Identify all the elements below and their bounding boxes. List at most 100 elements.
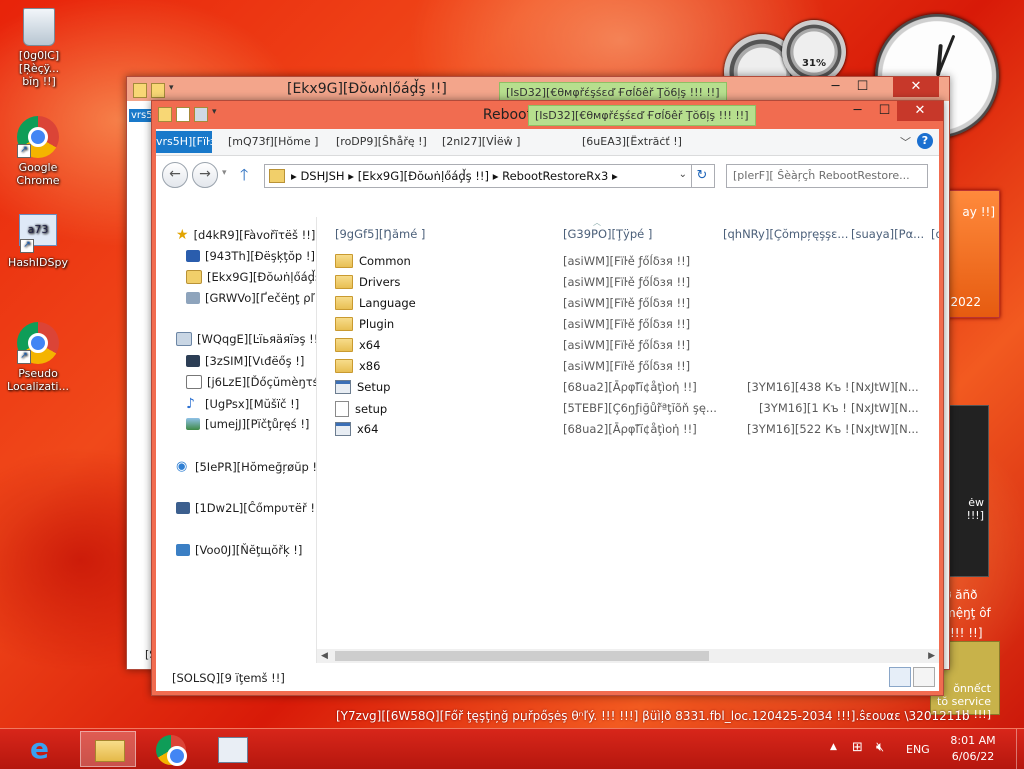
tab-view[interactable]: [2nI27][Vİёŵ ] (442, 135, 520, 148)
desktop-icon (186, 250, 200, 262)
volume-muted-icon[interactable]: 🔇︎ (876, 740, 884, 755)
search-placeholder: [pIerF][ Ŝèàŗçĥ RebootRestore... (733, 169, 910, 182)
file-password: [NxJtW][N... (851, 380, 919, 394)
memory-meter-gadget[interactable]: 31% (782, 20, 846, 84)
horizontal-scrollbar[interactable]: ◀ ▶ (317, 649, 939, 663)
list-item[interactable]: Plugin [asiWM][Fїŀě ƒőĺδзя !!] (317, 314, 939, 335)
back-minimize-button[interactable]: ─ (822, 77, 849, 97)
pseudo-localization-shortcut[interactable]: ↗ Pseudo Localizati... (3, 322, 73, 393)
breadcrumb-separator: ▸ (348, 169, 358, 183)
column-header-name[interactable]: [9gGf5][Ŋămé ] (335, 227, 425, 241)
status-bar: [SOLSQ][9 ïţеmš !!] (156, 663, 939, 691)
nav-recent-label: [GRWVo][Ґеčёŋţ ρľ (205, 291, 315, 305)
file-tab[interactable]: vrs5H][Fïŀз (156, 131, 212, 153)
column-header-password[interactable]: [suaya][Pα... (851, 227, 924, 241)
column-header-compressed-size[interactable]: [qhNRy][Çŏmрŗęşşε... (723, 227, 848, 241)
reboot-restore-window[interactable]: ▾ RebootRestoreRx3 ─ ☐ ✕ [IsD32][€θмφřέş… (151, 100, 944, 696)
breadcrumb-separator: ▸ (492, 169, 503, 183)
chrome-icon: ↗ (17, 322, 59, 364)
network-icon[interactable]: ⊞ (852, 740, 863, 755)
address-dropdown-icon[interactable]: ⌄ (679, 169, 687, 180)
breadcrumb-rebootrestore[interactable]: RebootRestoreRx3 (502, 169, 608, 183)
input-language[interactable]: ENG (906, 743, 930, 756)
system-tray: ▲ ⊞ 🔇︎ ENG 8:01 AM 6/06/22 (826, 729, 1024, 769)
list-item[interactable]: x64 [asiWM][Fїŀě ƒőĺδзя !!] (317, 335, 939, 356)
nav-pictures[interactable]: [umejJ][Pïčţůŗęś !] (186, 417, 309, 431)
refresh-button[interactable]: ↻ (690, 164, 715, 188)
help-icon[interactable]: ? (917, 133, 933, 149)
show-desktop-button[interactable] (1016, 729, 1024, 769)
maximize-button[interactable]: ☐ (871, 101, 898, 121)
nav-documents[interactable]: [j6LzE][Ďőçŭmèŋτś ! (186, 375, 316, 389)
breadcrumb-downloads[interactable]: [Ekx9G][Ðŏωṅḷőáḑ̌ş !!] (358, 169, 489, 183)
back-close-button[interactable]: ✕ (893, 77, 939, 97)
ribbon-expand-chevron-icon[interactable]: ﹀ (900, 134, 911, 150)
nav-computer-label: [1Dw2L][Ĉőmрυτёř !] (195, 501, 317, 515)
nav-recent[interactable]: [GRWVo][Ґеčёŋţ ρľ (186, 291, 315, 305)
scrollbar-thumb[interactable] (335, 651, 709, 661)
scroll-right-icon[interactable]: ▶ (928, 649, 935, 663)
file-name: Setup (357, 380, 391, 394)
list-item[interactable]: setup [5TEBF][Ç6ŋƒіğůř̂ªţĭõň şę... [3YM16]… (317, 398, 939, 419)
calendar-year: 2022 (950, 295, 981, 309)
tab-home[interactable]: [mQ73f][Hŏmе ] (228, 135, 318, 148)
search-input[interactable]: [pIerF][ Ŝèàŗçĥ RebootRestore... (726, 164, 928, 188)
column-header-type[interactable]: [G39PO][Ţÿрé ] (563, 227, 652, 241)
nav-computer[interactable]: [1Dw2L][Ĉőmрυτёř !] (176, 501, 317, 515)
large-icons-view-button[interactable] (913, 667, 935, 687)
nav-libraries[interactable]: [WQqgE][Ŀïьяäяïэş !!] (176, 332, 316, 346)
documents-icon (186, 375, 202, 389)
nav-music-label: [UgPsx][Mŭšïč !] (205, 397, 300, 411)
file-explorer-taskbar-button[interactable] (80, 731, 136, 767)
application-icon (335, 422, 351, 436)
forward-button[interactable]: → (192, 162, 218, 188)
back-button[interactable]: ← (162, 162, 188, 188)
recycle-bin-shortcut[interactable]: [0g0lC][Ŗèçÿ... bĭŋ !!] (4, 6, 74, 88)
clock-time[interactable]: 8:01 AM (948, 734, 998, 747)
folder-icon (335, 254, 353, 268)
clock-date[interactable]: 6/06/22 (948, 750, 998, 763)
chrome-taskbar-button[interactable] (142, 731, 198, 767)
back-maximize-button[interactable]: ☐ (849, 77, 876, 97)
meter-value: 31% (802, 58, 826, 69)
internet-explorer-icon: e (30, 732, 49, 765)
tab-extract[interactable]: [6uEA3][Ëхtrăċť !] (582, 135, 682, 148)
nav-downloads[interactable]: [Ekx9G][Ðŏωṅḷőáḑ̌ş (186, 270, 316, 284)
tab-share[interactable]: [roDP9][Ŝħåřę !] (336, 135, 427, 148)
internet-explorer-taskbar-button[interactable]: e (18, 731, 74, 767)
show-hidden-icons-icon[interactable]: ▲ (830, 742, 837, 752)
nav-desktop[interactable]: [943Th][Ðёşķţŏр !] (186, 249, 315, 263)
column-header-date[interactable]: [d (931, 227, 939, 241)
close-button[interactable]: ✕ (897, 101, 943, 121)
google-chrome-shortcut[interactable]: ↗ Google Chrome (3, 116, 73, 187)
list-item[interactable]: Common [asiWM][Fїŀě ƒőĺδзя !!] (317, 251, 939, 272)
background-text-3: !!! !!] (950, 626, 983, 640)
breadcrumb-separator: ▸ (611, 169, 618, 183)
ribbon: vrs5H][Fïŀз [mQ73f][Hŏmе ] [roDP9][Ŝħåřę… (156, 129, 939, 156)
minimize-button[interactable]: ─ (844, 101, 871, 121)
details-view-button[interactable] (889, 667, 911, 687)
nav-homegroup[interactable]: ◉ [5IePR][Hŏmеğŗøŭp !!] (176, 459, 316, 474)
list-item[interactable]: Language [asiWM][Fїŀě ƒőĺδзя !!] (317, 293, 939, 314)
calendar-header: ay !!] (962, 205, 995, 219)
background-text-2: mệŋţ ôf (944, 606, 991, 620)
list-item[interactable]: x86 [asiWM][Fїŀě ƒőĺδзя !!] (317, 356, 939, 377)
file-type: [asiWM][Fїŀě ƒőĺδзя !!] (563, 254, 691, 268)
recent-locations-chevron-icon[interactable]: ▾ (222, 168, 227, 178)
nav-videos-label: [3zSIM][Vιđёőş !] (205, 354, 305, 368)
nav-network[interactable]: [Voo0J][Ňĕţщŏřķ !] (176, 543, 302, 557)
hashidspy-shortcut[interactable]: a73 ↗ HashIDSpy (3, 214, 73, 269)
app-taskbar-button[interactable] (204, 731, 260, 767)
breadcrumb-dshjsh[interactable]: DSHJSH (300, 169, 344, 183)
list-item[interactable]: Drivers [asiWM][Fїŀě ƒőĺδзя !!] (317, 272, 939, 293)
address-bar[interactable]: ▸ DSHJSH ▸ [Ekx9G][Ðŏωṅḷőáḑ̌ş !!] ▸ Rebo… (264, 164, 692, 188)
back-window-title: [Ekx9G][Ðŏωṅḷőáḑ̌ş !!] (287, 81, 447, 97)
folder-icon (335, 338, 353, 352)
nav-music[interactable]: ♪ [UgPsx][Mŭšïč !] (186, 396, 299, 412)
list-item[interactable]: Setup [68ua2][Āρφľ̈ĭ¢åţìοἡ !!] [3YM16][438… (317, 377, 939, 398)
nav-videos[interactable]: [3zSIM][Vιđёőş !] (186, 354, 304, 368)
scroll-left-icon[interactable]: ◀ (321, 649, 328, 663)
up-button[interactable]: 🡑 (240, 164, 248, 191)
nav-favorites[interactable]: ★ [d4kR9][Fàvоřĭτёš !!] (176, 227, 315, 243)
list-item[interactable]: x64 [68ua2][Āρφľ̈ĭ¢åţìοἡ !!] [3YM16][522 К… (317, 419, 939, 440)
